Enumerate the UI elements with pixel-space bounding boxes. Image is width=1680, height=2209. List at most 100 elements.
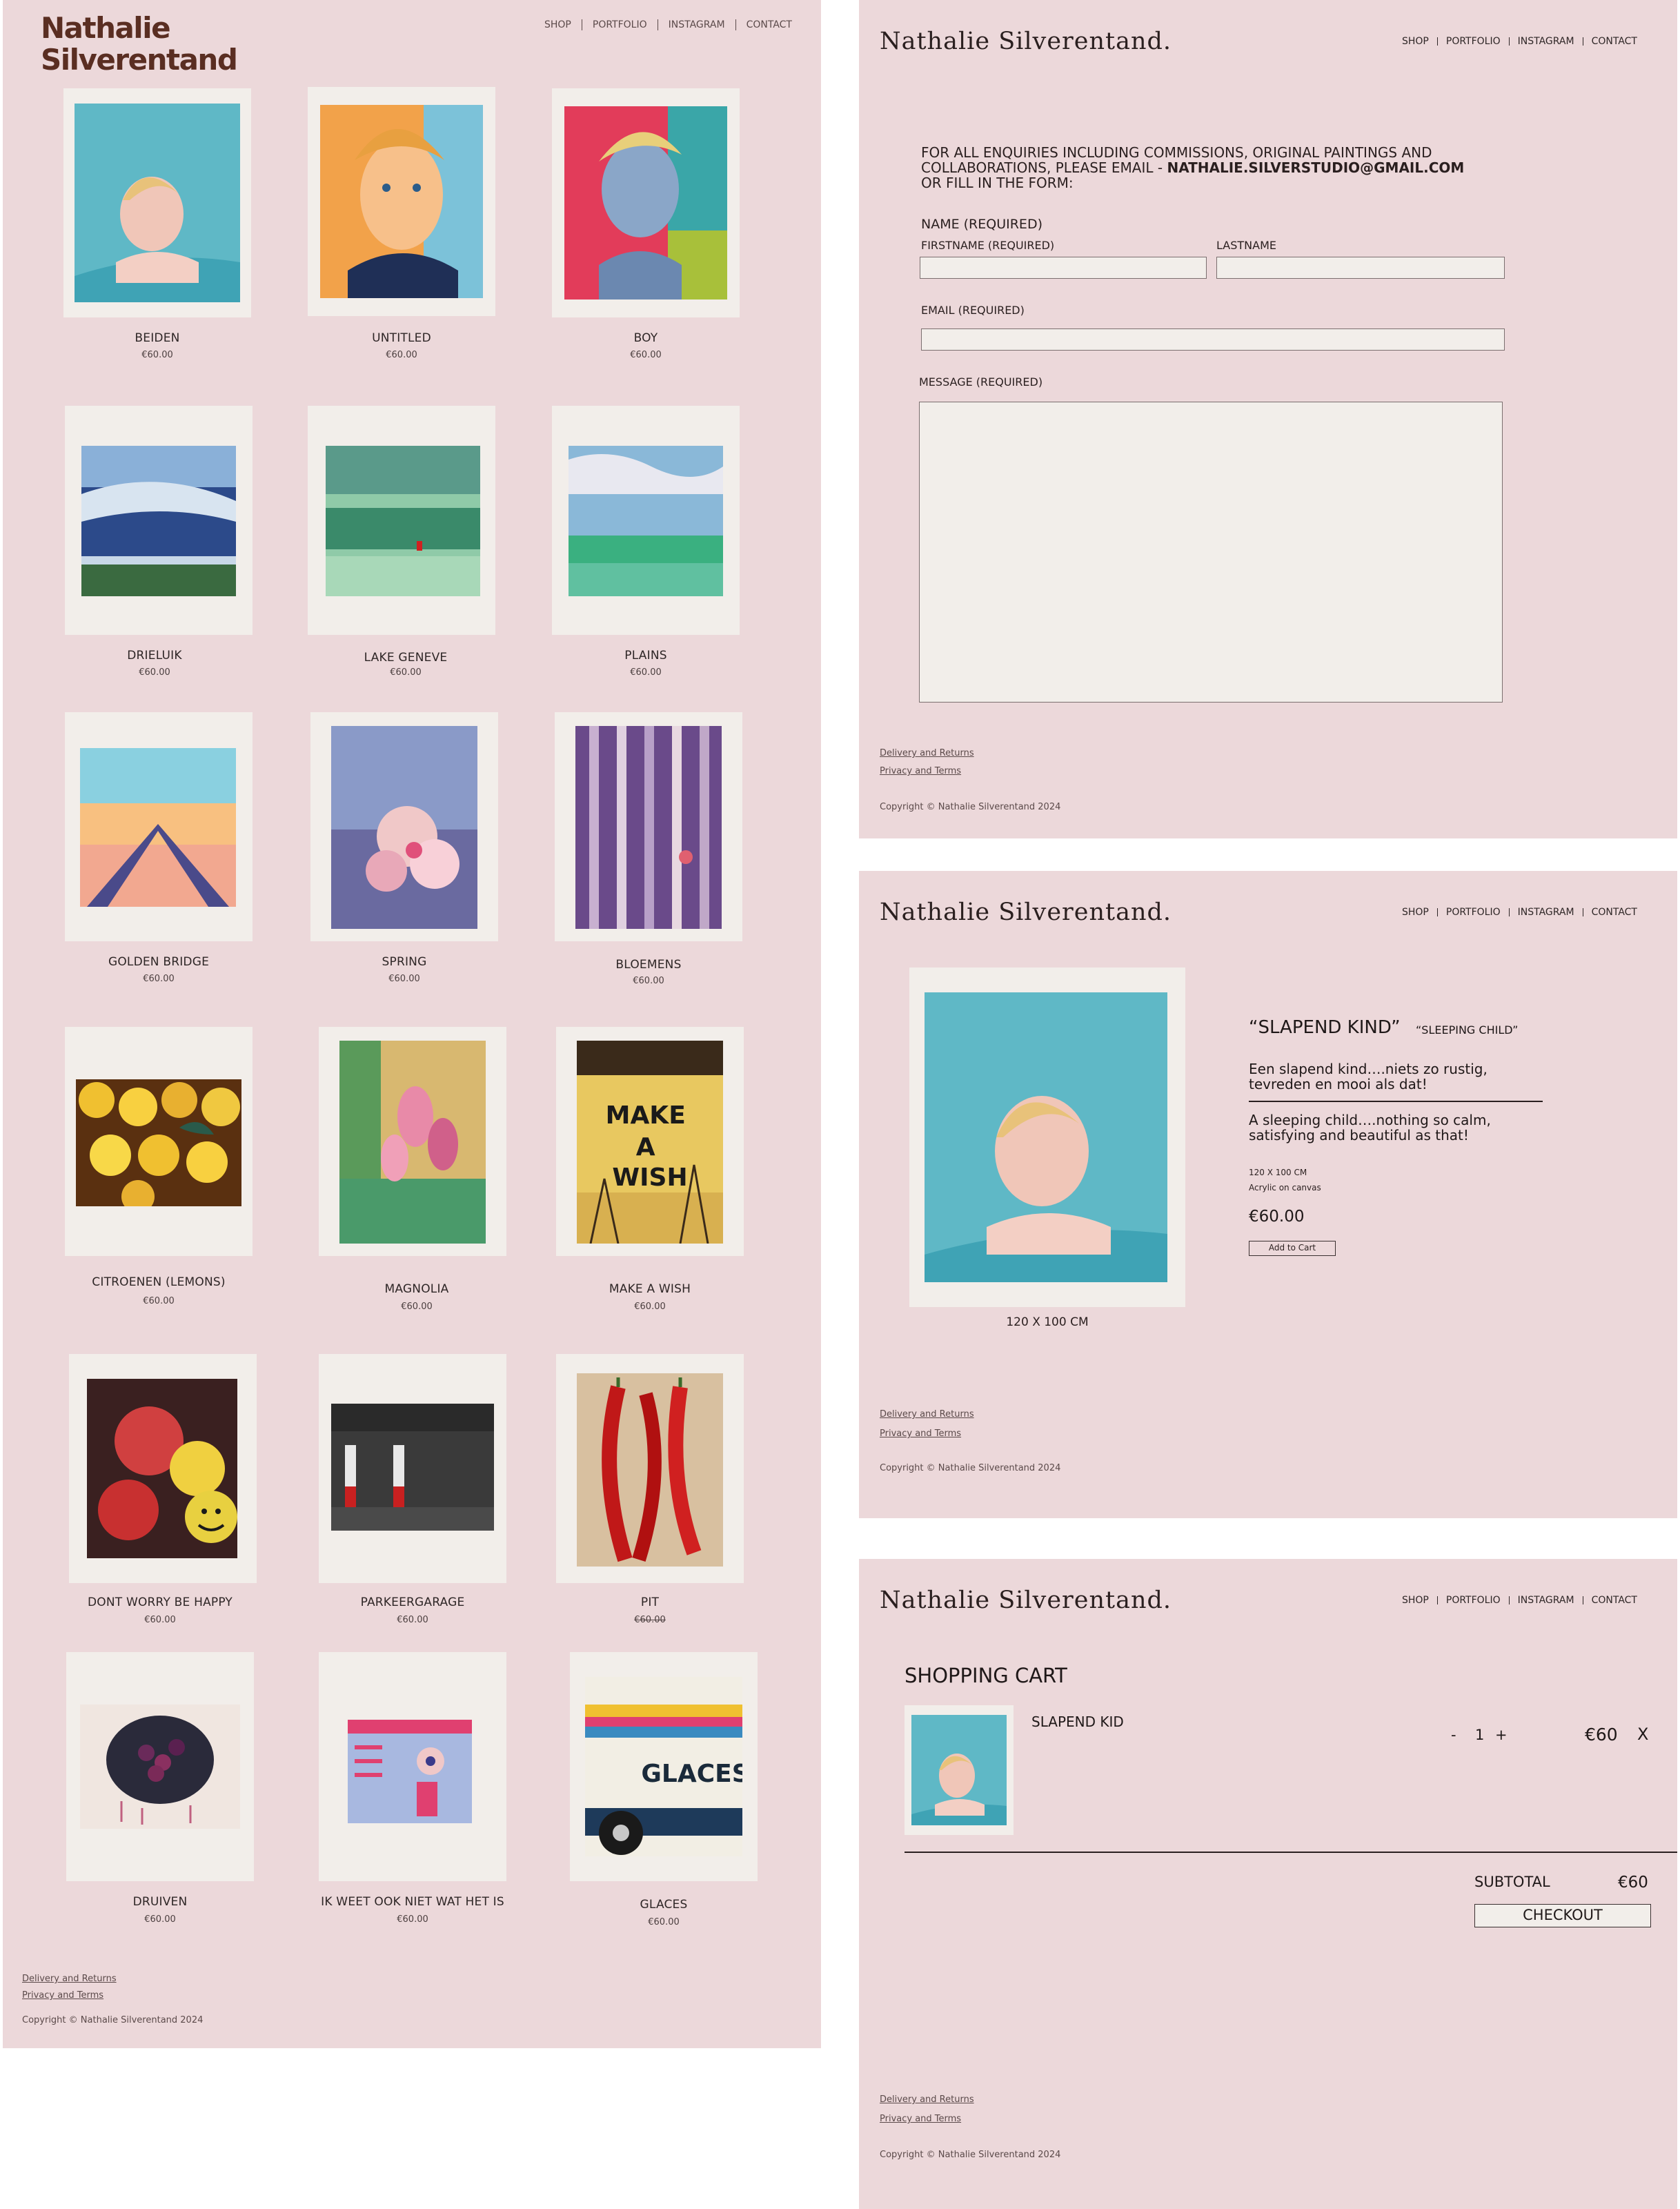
site-nav: SHOP PORTFOLIO INSTAGRAM CONTACT (1394, 36, 1646, 47)
checkout-button[interactable]: CHECKOUT (1474, 1904, 1651, 1927)
subtotal-label: SUBTOTAL (1474, 1874, 1550, 1890)
nav-contact[interactable]: CONTACT (1583, 1595, 1646, 1606)
nav-shop[interactable]: SHOP (1394, 1595, 1437, 1606)
email-input[interactable] (921, 328, 1505, 351)
cart-item-name[interactable]: SLAPEND KID (1031, 1714, 1124, 1730)
lastname-input[interactable] (1216, 257, 1505, 279)
privacy-terms-link[interactable]: Privacy and Terms (880, 2114, 961, 2124)
site-title[interactable]: Nathalie Silverentand. (880, 28, 1172, 55)
artwork-card-spring[interactable] (310, 712, 498, 941)
artwork-price: €60.00 (397, 1615, 428, 1625)
artwork-card-dont-worry-be-happy[interactable] (69, 1354, 257, 1583)
artwork-title[interactable]: DRIELUIK (37, 649, 272, 662)
nav-instagram[interactable]: INSTAGRAM (1510, 907, 1583, 918)
message-label: MESSAGE (REQUIRED) (919, 375, 1043, 389)
firstname-label: FIRSTNAME (REQUIRED) (921, 239, 1055, 252)
message-textarea[interactable] (919, 402, 1503, 703)
artwork-title[interactable]: LAKE GENEVE (288, 651, 523, 665)
artwork-price: €60.00 (141, 350, 173, 360)
artwork-card-pit[interactable] (556, 1354, 744, 1583)
artwork-card-ik-weet-ook-niet[interactable] (319, 1652, 506, 1881)
copyright-text: Copyright © Nathalie Silverentand 2024 (880, 2150, 1061, 2160)
artwork-title[interactable]: IK WEET OOK NIET WAT HET IS (295, 1895, 530, 1909)
artwork-card-drieluik[interactable] (65, 406, 253, 635)
contact-email-link[interactable]: NATHALIE.SILVERSTUDIO@GMAIL.COM (1167, 159, 1464, 176)
contact-intro-line-2-text: COLLABORATIONS, PLEASE EMAIL - (921, 159, 1167, 176)
privacy-terms-link[interactable]: Privacy and Terms (880, 1429, 961, 1439)
firstname-input[interactable] (920, 257, 1207, 279)
brand-line-2: Silverentand (41, 43, 238, 77)
nav-contact[interactable]: CONTACT (1583, 907, 1646, 918)
artwork-title[interactable]: BEIDEN (40, 331, 275, 345)
artwork-card-citroenen[interactable] (65, 1027, 253, 1256)
add-to-cart-button[interactable]: Add to Cart (1249, 1241, 1336, 1256)
artwork-title[interactable]: MAKE A WISH (533, 1282, 767, 1296)
nav-portfolio[interactable]: PORTFOLIO (582, 19, 658, 30)
name-label: NAME (REQUIRED) (921, 217, 1042, 232)
product-image[interactable] (925, 992, 1167, 1282)
nav-instagram[interactable]: INSTAGRAM (658, 19, 735, 30)
qty-increment-button[interactable]: + (1495, 1727, 1508, 1743)
artwork-card-bloemens[interactable] (555, 712, 742, 941)
site-title[interactable]: Nathalie Silverentand. (880, 899, 1172, 926)
nav-contact[interactable]: CONTACT (1583, 36, 1646, 47)
cart-item-thumbnail[interactable] (905, 1705, 1014, 1835)
artwork-title[interactable]: CITROENEN (LEMONS) (41, 1275, 276, 1289)
artwork-title[interactable]: GOLDEN BRIDGE (41, 955, 276, 969)
artwork-card-untitled[interactable] (308, 87, 495, 316)
delivery-returns-link[interactable]: Delivery and Returns (880, 748, 974, 758)
delivery-returns-link[interactable]: Delivery and Returns (22, 1974, 117, 1984)
artwork-price: €60.00 (139, 667, 170, 678)
artwork-card-glaces[interactable]: GLACES (570, 1652, 758, 1881)
artwork-title[interactable]: PIT (533, 1596, 767, 1609)
artwork-title[interactable]: BLOEMENS (531, 958, 766, 972)
nav-portfolio[interactable]: PORTFOLIO (1438, 907, 1509, 918)
delivery-returns-link[interactable]: Delivery and Returns (880, 1409, 974, 1420)
nav-instagram[interactable]: INSTAGRAM (1510, 1595, 1583, 1606)
qty-decrement-button[interactable]: - (1451, 1727, 1456, 1743)
brand-logo[interactable]: Nathalie Silverentand (41, 12, 238, 77)
artwork-card-magnolia[interactable] (319, 1027, 506, 1256)
artwork-card-plains[interactable] (552, 406, 740, 635)
artwork-card-druiven[interactable] (66, 1652, 254, 1881)
artwork-card-make-a-wish[interactable]: MAKE A WISH (556, 1027, 744, 1256)
nav-instagram[interactable]: INSTAGRAM (1510, 36, 1583, 47)
artwork-card-lake-geneve[interactable] (308, 406, 495, 635)
artwork-price: €60.00 (630, 667, 662, 678)
delivery-returns-link[interactable]: Delivery and Returns (880, 2094, 974, 2105)
artwork-title[interactable]: SPRING (287, 955, 522, 969)
nav-portfolio[interactable]: PORTFOLIO (1438, 1595, 1509, 1606)
artwork-price: €60.00 (401, 1302, 433, 1312)
artwork-title[interactable]: MAGNOLIA (299, 1282, 534, 1296)
privacy-terms-link[interactable]: Privacy and Terms (22, 1990, 103, 2001)
artwork-card-boy[interactable] (552, 88, 740, 317)
nav-shop[interactable]: SHOP (1394, 907, 1437, 918)
cart-page: Nathalie Silverentand. SHOP PORTFOLIO IN… (859, 1559, 1677, 2209)
privacy-terms-link[interactable]: Privacy and Terms (880, 766, 961, 776)
artwork-card-golden-bridge[interactable] (65, 712, 253, 941)
nav-contact[interactable]: CONTACT (736, 19, 802, 30)
product-caption: 120 X 100 CM (1006, 1315, 1089, 1329)
artwork-title[interactable]: PARKEERGARAGE (295, 1596, 530, 1609)
artwork-title[interactable]: BOY (528, 331, 763, 345)
artwork-title[interactable]: GLACES (546, 1898, 781, 1912)
shop-nav: SHOP PORTFOLIO INSTAGRAM CONTACT (534, 19, 802, 30)
artwork-title[interactable]: DONT WORRY BE HAPPY (43, 1596, 277, 1609)
remove-item-button[interactable]: X (1637, 1725, 1648, 1744)
artwork-title[interactable]: UNTITLED (284, 331, 519, 345)
cart-item-price: €60 (1585, 1725, 1618, 1745)
artwork-card-beiden[interactable] (63, 88, 251, 317)
nav-shop[interactable]: SHOP (534, 19, 582, 30)
artwork-image-magnolia (339, 1041, 486, 1244)
artwork-image-dont-worry-be-happy (87, 1379, 237, 1558)
nav-shop[interactable]: SHOP (1394, 36, 1437, 47)
nav-portfolio[interactable]: PORTFOLIO (1438, 36, 1509, 47)
email-label: EMAIL (REQUIRED) (921, 304, 1025, 317)
artwork-title[interactable]: DRUIVEN (43, 1895, 277, 1909)
artwork-title[interactable]: PLAINS (528, 649, 763, 662)
artwork-card-parkeergarage[interactable] (319, 1354, 506, 1583)
site-title[interactable]: Nathalie Silverentand. (880, 1587, 1172, 1614)
artwork-price: €60.00 (397, 1914, 428, 1925)
artwork-image-spring (331, 726, 477, 929)
artwork-image-bloemens (575, 726, 722, 929)
